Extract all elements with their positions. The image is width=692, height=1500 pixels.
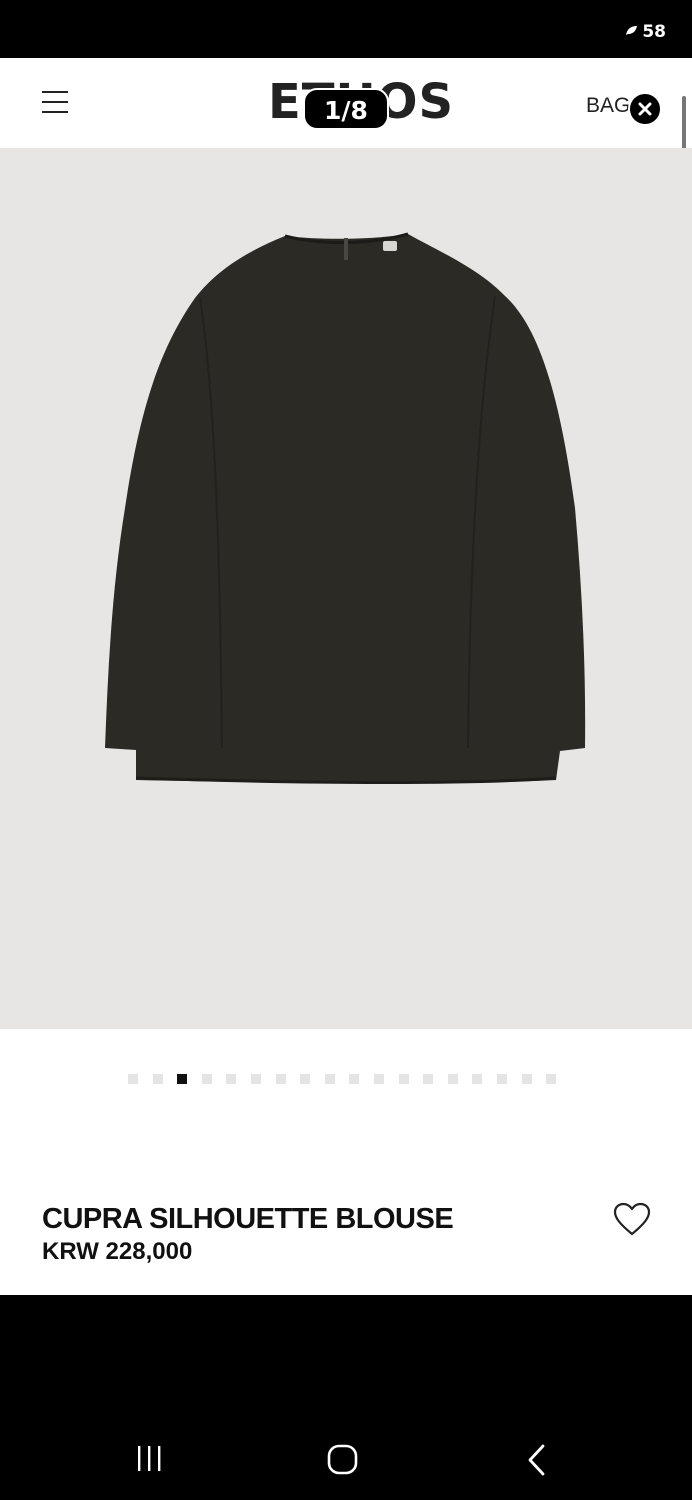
pagination-dot[interactable]	[496, 1074, 507, 1084]
product-name: CUPRA SILHOUETTE BLOUSE	[42, 1203, 454, 1235]
menu-button[interactable]	[40, 91, 70, 115]
status-bar: 58	[0, 0, 692, 58]
close-button[interactable]	[628, 92, 662, 126]
pagination-dot[interactable]	[275, 1074, 286, 1084]
pagination-dot[interactable]	[250, 1074, 261, 1084]
gallery-pagination[interactable]	[128, 1074, 557, 1084]
pagination-dot-active[interactable]	[177, 1074, 188, 1084]
heart-icon	[613, 1202, 651, 1236]
pagination-dot[interactable]	[201, 1074, 212, 1084]
pagination-dot[interactable]	[472, 1074, 483, 1084]
image-counter-badge: 1/8	[303, 88, 389, 130]
battery-saver-icon	[625, 25, 638, 39]
pagination-dot[interactable]	[398, 1074, 409, 1084]
home-icon	[327, 1444, 358, 1475]
app-header: ETHOS 1/8 BAG(	[0, 58, 692, 148]
pagination-dot[interactable]	[447, 1074, 458, 1084]
wishlist-button[interactable]	[612, 1201, 652, 1237]
status-indicators: 58	[625, 22, 666, 42]
hamburger-icon-line	[42, 101, 68, 103]
product-price: KRW 228,000	[42, 1238, 193, 1265]
pagination-dot[interactable]	[423, 1074, 434, 1084]
hamburger-icon-line	[42, 111, 68, 113]
close-icon	[638, 102, 652, 116]
pagination-dot[interactable]	[128, 1074, 138, 1084]
pagination-dot[interactable]	[226, 1074, 237, 1084]
home-button[interactable]	[326, 1443, 360, 1482]
recent-apps-icon	[138, 1446, 161, 1471]
back-icon	[528, 1444, 545, 1476]
battery-level: 58	[642, 22, 666, 42]
product-image[interactable]	[0, 148, 692, 1029]
pagination-dot[interactable]	[152, 1074, 163, 1084]
pagination-dot[interactable]	[521, 1074, 532, 1084]
system-navigation-bar	[0, 1295, 692, 1500]
hamburger-icon	[42, 91, 68, 93]
pagination-dot[interactable]	[546, 1074, 557, 1084]
recent-apps-button[interactable]	[134, 1443, 164, 1478]
pagination-dot[interactable]	[349, 1074, 360, 1084]
pagination-dot[interactable]	[373, 1074, 384, 1084]
product-info: CUPRA SILHOUETTE BLOUSE KRW 228,000	[0, 1029, 692, 1295]
blouse-illustration	[105, 232, 586, 784]
pagination-dot[interactable]	[300, 1074, 311, 1084]
back-button[interactable]	[524, 1443, 550, 1482]
pagination-dot[interactable]	[324, 1074, 335, 1084]
